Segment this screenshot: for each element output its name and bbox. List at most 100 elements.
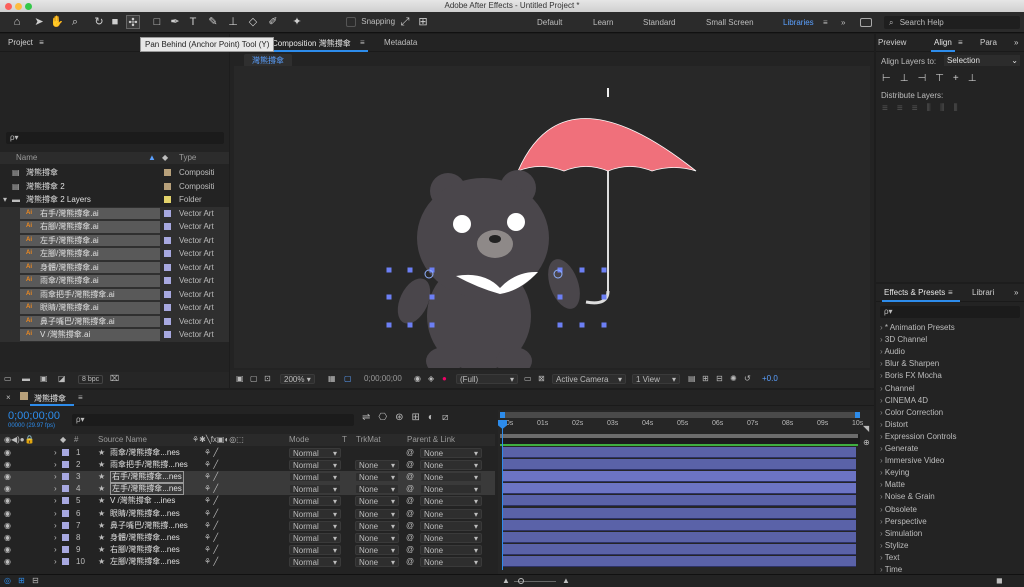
effects-category[interactable]: › * Animation Presets xyxy=(880,322,955,334)
t-column-header[interactable]: T xyxy=(342,434,347,446)
panel-menu-icon[interactable]: ≡ xyxy=(39,38,44,47)
layer-name[interactable]: V /灣熊撐傘 ...ines xyxy=(110,495,175,507)
label-color-swatch[interactable] xyxy=(164,209,171,217)
layer-switches[interactable]: ⚘ ╱ xyxy=(204,556,218,568)
interpret-footage-icon[interactable]: ▭ xyxy=(4,374,12,383)
effects-category[interactable]: › Color Correction xyxy=(880,407,943,419)
transparency-grid-icon[interactable]: ▦ xyxy=(328,370,336,388)
layer-label-color[interactable] xyxy=(62,533,69,541)
pick-whip-icon[interactable]: @ xyxy=(406,520,414,532)
pen-tool-icon[interactable]: ✒ xyxy=(168,15,182,29)
layer-row[interactable]: ◉ › 2 ★ 雨傘把手/灣熊撐...nes ⚘ ╱ Normal ▾ None ▾ @ None ▾ xyxy=(0,459,495,471)
eye-icon[interactable]: ◉ xyxy=(4,459,11,471)
flowchart-icon[interactable]: ⊟ xyxy=(716,370,723,388)
panel-menu-icon[interactable]: ≡ xyxy=(360,38,365,47)
toggle-layer-switches-icon[interactable]: ◎ xyxy=(4,576,11,585)
eye-icon[interactable]: ◉ xyxy=(4,471,11,483)
home-icon[interactable]: ⌂ xyxy=(10,15,24,29)
parent-dropdown[interactable]: None ▾ xyxy=(420,544,482,555)
label-color-swatch[interactable] xyxy=(164,236,171,244)
align-hcenter-icon[interactable]: ⊥ xyxy=(900,73,918,84)
new-folder-icon[interactable]: ▬ xyxy=(22,374,30,383)
rotation-tool-icon[interactable]: ↻ xyxy=(92,15,106,29)
navigator-start-handle[interactable] xyxy=(500,412,505,418)
current-time-indicator[interactable] xyxy=(502,420,503,570)
effects-category[interactable]: › Channel xyxy=(880,383,915,395)
project-item[interactable]: Ai 雨傘把手/灣熊撐傘.ai Vector Art xyxy=(0,287,229,301)
layer-name[interactable]: 右手/灣熊撐傘...nes xyxy=(110,471,184,484)
eye-icon[interactable]: ◉ xyxy=(4,508,11,520)
layer-row[interactable]: ◉ › 6 ★ 眼睛/灣熊撐傘...nes ⚘ ╱ Normal ▾ None ▾ @ None ▾ xyxy=(0,508,495,520)
effects-category[interactable]: › Distort xyxy=(880,419,908,431)
zoom-in-icon[interactable]: ▲ xyxy=(562,576,570,585)
hand-tool-icon[interactable]: ✋ xyxy=(50,15,64,29)
effects-category[interactable]: › 3D Channel xyxy=(880,334,927,346)
label-color-swatch[interactable] xyxy=(164,304,171,311)
layer-duration-bar[interactable] xyxy=(502,495,856,507)
layer-duration-bar[interactable] xyxy=(502,471,856,483)
type-tool-icon[interactable]: T xyxy=(186,15,200,29)
track-matte-dropdown[interactable]: None ▾ xyxy=(355,508,399,519)
frame-blending-icon[interactable]: ⊞ xyxy=(412,412,428,423)
layer-name[interactable]: 左腳/灣熊撐傘...nes xyxy=(110,556,180,568)
distribute-right-icon[interactable]: ⦀ xyxy=(953,103,966,114)
parent-dropdown[interactable]: None ▾ xyxy=(420,556,482,567)
project-item[interactable]: Ai 眼睛/灣熊撐傘.ai Vector Art xyxy=(0,301,229,315)
workspace-small-screen[interactable]: Small Screen xyxy=(706,12,754,33)
effects-category[interactable]: › Text xyxy=(880,552,899,564)
parent-dropdown[interactable]: None ▾ xyxy=(420,448,482,458)
blend-mode-dropdown[interactable]: Normal ▾ xyxy=(289,496,341,507)
color-channel-icon[interactable]: ● xyxy=(442,370,447,388)
3d-view-dropdown[interactable]: Active Camera ▾ xyxy=(552,374,626,384)
panel-resize-icon[interactable]: ◼ xyxy=(996,576,1003,585)
time-graph[interactable]: 00s 01s 02s 03s 04s 05s 06s 07s 08s 09s 10s ◥ ⊕ xyxy=(498,410,874,574)
pick-whip-icon[interactable]: @ xyxy=(406,532,414,544)
layer-switches[interactable]: ⚘ ╱ xyxy=(204,495,218,507)
effects-category[interactable]: › Simulation xyxy=(880,528,922,540)
label-color-swatch[interactable] xyxy=(164,182,171,190)
layer-label-color[interactable] xyxy=(62,545,69,553)
layer-switches[interactable]: ⚘ ╱ xyxy=(204,544,218,556)
rectangle-tool-icon[interactable]: □ xyxy=(150,15,164,29)
layer-expand-icon[interactable]: › xyxy=(54,471,57,483)
blend-mode-dropdown[interactable]: Normal ▾ xyxy=(289,520,341,531)
blend-mode-dropdown[interactable]: Normal ▾ xyxy=(289,472,341,483)
layer-name[interactable]: 左手/灣熊撐傘...nes xyxy=(110,483,184,496)
layer-row[interactable]: ◉ › 10 ★ 左腳/灣熊撐傘...nes ⚘ ╱ Normal ▾ None ▾ @ None ▾ xyxy=(0,556,495,568)
parent-dropdown[interactable]: None ▾ xyxy=(420,496,482,507)
track-matte-dropdown[interactable]: None ▾ xyxy=(355,556,399,567)
navigator-end-handle[interactable] xyxy=(855,412,860,418)
layer-expand-icon[interactable]: › xyxy=(54,447,57,459)
close-window-button[interactable] xyxy=(5,3,12,10)
layer-label-color[interactable] xyxy=(62,461,69,469)
minimize-window-button[interactable] xyxy=(15,3,22,10)
mode-column-header[interactable]: Mode xyxy=(289,434,309,446)
effects-category[interactable]: › Keying xyxy=(880,467,909,479)
selection-tool-icon[interactable]: ➤ xyxy=(32,15,46,29)
track-matte-dropdown[interactable]: None ▾ xyxy=(355,520,399,531)
composition-mini-flowchart-icon[interactable]: ⇌ xyxy=(362,412,378,423)
layer-name[interactable]: 鼻子嘴巴/灣熊撐...nes xyxy=(110,520,188,532)
project-item[interactable]: ▬ ▾ 灣熊撐傘 2 Layers Folder xyxy=(0,193,229,207)
layer-duration-bar[interactable] xyxy=(502,555,856,567)
layer-name[interactable]: 雨傘/灣熊撐傘...nes xyxy=(110,447,180,459)
layer-switches[interactable]: ⚘ ╱ xyxy=(204,508,218,520)
zoom-tool-icon[interactable]: ⌕ xyxy=(68,15,82,29)
clone-stamp-tool-icon[interactable]: ⊥ xyxy=(226,15,240,29)
project-item[interactable]: ▤ 灣熊撐傘 Compositi xyxy=(0,166,229,180)
panel-overflow-icon[interactable]: » xyxy=(1014,34,1018,52)
layer-expand-icon[interactable]: › xyxy=(54,495,57,507)
blend-mode-dropdown[interactable]: Normal ▾ xyxy=(289,448,341,458)
parent-dropdown[interactable]: None ▾ xyxy=(420,484,482,495)
distribute-hcenter-icon[interactable]: ⦀ xyxy=(940,103,953,114)
num-column-header[interactable]: # xyxy=(74,434,78,446)
panel-overflow-icon[interactable]: » xyxy=(1014,284,1018,302)
align-left-icon[interactable]: ⊢ xyxy=(882,73,900,84)
timeline-tab[interactable]: 灣熊撐傘 xyxy=(34,393,66,404)
eye-icon[interactable]: ◉ xyxy=(4,483,11,495)
align-right-icon[interactable]: ⊣ xyxy=(917,73,935,84)
effects-category[interactable]: › Immersive Video xyxy=(880,455,944,467)
project-panel-title[interactable]: Project xyxy=(8,38,33,47)
roto-brush-tool-icon[interactable]: ✐ xyxy=(266,15,280,29)
effects-category[interactable]: › Generate xyxy=(880,443,918,455)
